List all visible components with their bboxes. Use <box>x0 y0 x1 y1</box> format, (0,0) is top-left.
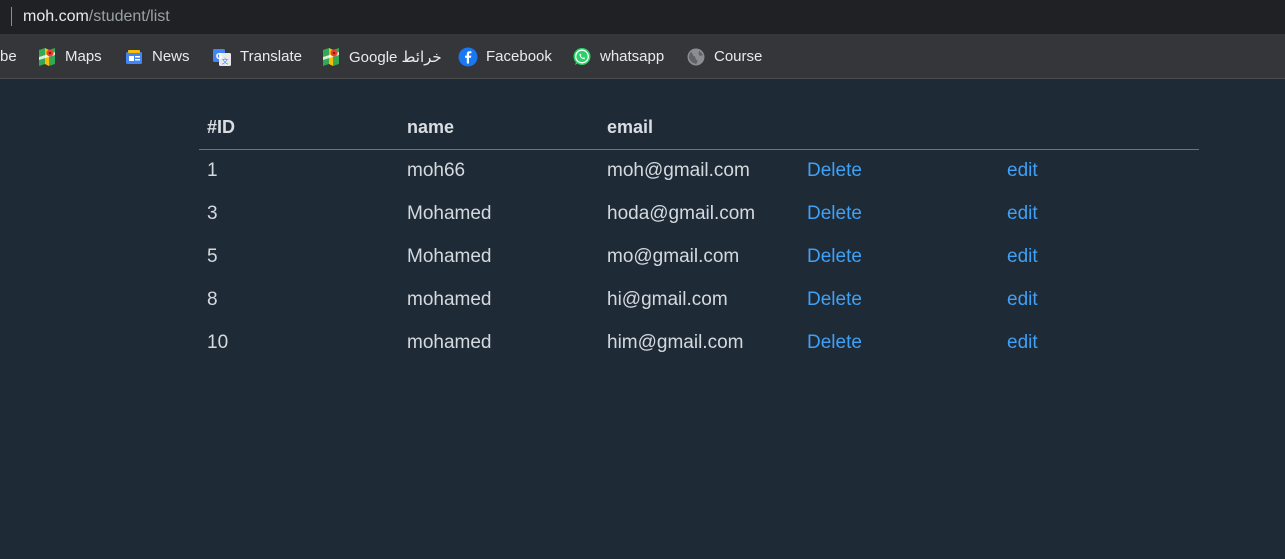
bookmark-whatsapp[interactable]: whatsapp <box>572 34 664 79</box>
bookmark-label: Facebook <box>486 48 552 65</box>
cell-delete: Delete <box>799 321 999 364</box>
google-translate-icon: G文 <box>212 47 232 67</box>
column-header-id: #ID <box>199 106 399 150</box>
delete-link[interactable]: Delete <box>807 160 862 181</box>
edit-link[interactable]: edit <box>1007 246 1038 267</box>
cell-name: Mohamed <box>407 245 492 267</box>
delete-link[interactable]: Delete <box>807 289 862 310</box>
column-header-delete <box>799 106 999 150</box>
cell-delete: Delete <box>799 149 999 192</box>
cell-email: moh@gmail.com <box>607 159 750 181</box>
edit-link[interactable]: edit <box>1007 203 1038 224</box>
cell-delete: Delete <box>799 192 999 235</box>
bookmark-news[interactable]: News <box>124 34 190 79</box>
google-maps-icon <box>321 47 341 67</box>
bookmark-label: Google خرائط <box>349 48 442 66</box>
cell-delete: Delete <box>799 235 999 278</box>
column-header-email: email <box>599 106 799 150</box>
bookmark-translate[interactable]: G文 Translate <box>212 34 302 79</box>
cell-id: 5 <box>207 245 218 267</box>
bookmark-maps[interactable]: Maps <box>37 34 102 79</box>
address-bar-divider <box>11 7 12 26</box>
edit-link[interactable]: edit <box>1007 160 1038 181</box>
cell-name: mohamed <box>407 288 492 310</box>
delete-link[interactable]: Delete <box>807 203 862 224</box>
google-news-icon <box>124 47 144 67</box>
table-row: 5 Mohamed mo@gmail.com Delete edit <box>199 235 1199 278</box>
table-header-row: #ID name email <box>199 106 1199 150</box>
cell-name: moh66 <box>407 159 466 181</box>
students-table: #ID name email 1 moh66 moh@gmail.com Del… <box>199 106 1199 364</box>
globe-icon <box>686 47 706 67</box>
url-path: /student/list <box>88 8 170 25</box>
cell-edit: edit <box>999 278 1199 321</box>
whatsapp-icon <box>572 47 592 67</box>
bookmarks-bar: be Maps News G文 Translate Google خرائط F… <box>0 34 1285 79</box>
bookmark-course[interactable]: Course <box>686 34 762 79</box>
google-maps-icon <box>37 47 57 67</box>
edit-link[interactable]: edit <box>1007 289 1038 310</box>
delete-link[interactable]: Delete <box>807 246 862 267</box>
cell-email: him@gmail.com <box>607 331 744 353</box>
cell-name: mohamed <box>407 331 492 353</box>
cell-delete: Delete <box>799 278 999 321</box>
table-row: 10 mohamed him@gmail.com Delete edit <box>199 321 1199 364</box>
cell-edit: edit <box>999 149 1199 192</box>
bookmark-google-maps-ar[interactable]: Google خرائط <box>321 34 442 79</box>
cell-edit: edit <box>999 192 1199 235</box>
table-row: 1 moh66 moh@gmail.com Delete edit <box>199 149 1199 192</box>
table-row: 3 Mohamed hoda@gmail.com Delete edit <box>199 192 1199 235</box>
bookmark-label: whatsapp <box>600 48 665 65</box>
cell-email: hoda@gmail.com <box>607 202 756 224</box>
bookmark-facebook[interactable]: Facebook <box>458 34 552 79</box>
facebook-icon <box>458 47 478 67</box>
bookmark-label: Translate <box>240 48 302 65</box>
cell-edit: edit <box>999 235 1199 278</box>
cell-id: 1 <box>207 159 218 181</box>
edit-link[interactable]: edit <box>1007 332 1038 353</box>
cell-id: 8 <box>207 288 218 310</box>
bookmark-label: Course <box>714 48 763 65</box>
address-bar[interactable]: moh.com/student/list <box>0 0 1285 34</box>
column-header-name: name <box>399 106 599 150</box>
cell-id: 3 <box>207 202 218 224</box>
delete-link[interactable]: Delete <box>807 332 862 353</box>
cell-id: 10 <box>207 331 229 353</box>
bookmark-label: Maps <box>65 48 102 65</box>
students-table-container: #ID name email 1 moh66 moh@gmail.com Del… <box>199 106 1199 364</box>
svg-text:文: 文 <box>222 56 229 65</box>
bookmark-label: News <box>152 48 190 65</box>
column-header-edit <box>999 106 1199 150</box>
table-row: 8 mohamed hi@gmail.com Delete edit <box>199 278 1199 321</box>
cell-email: mo@gmail.com <box>607 245 740 267</box>
url-host: moh.com <box>23 8 89 25</box>
cell-edit: edit <box>999 321 1199 364</box>
bookmark-label: be <box>0 48 17 65</box>
cell-name: Mohamed <box>407 202 492 224</box>
url-field[interactable]: moh.com/student/list <box>23 7 170 27</box>
bookmark-partial[interactable]: be <box>0 34 17 79</box>
cell-email: hi@gmail.com <box>607 288 728 310</box>
